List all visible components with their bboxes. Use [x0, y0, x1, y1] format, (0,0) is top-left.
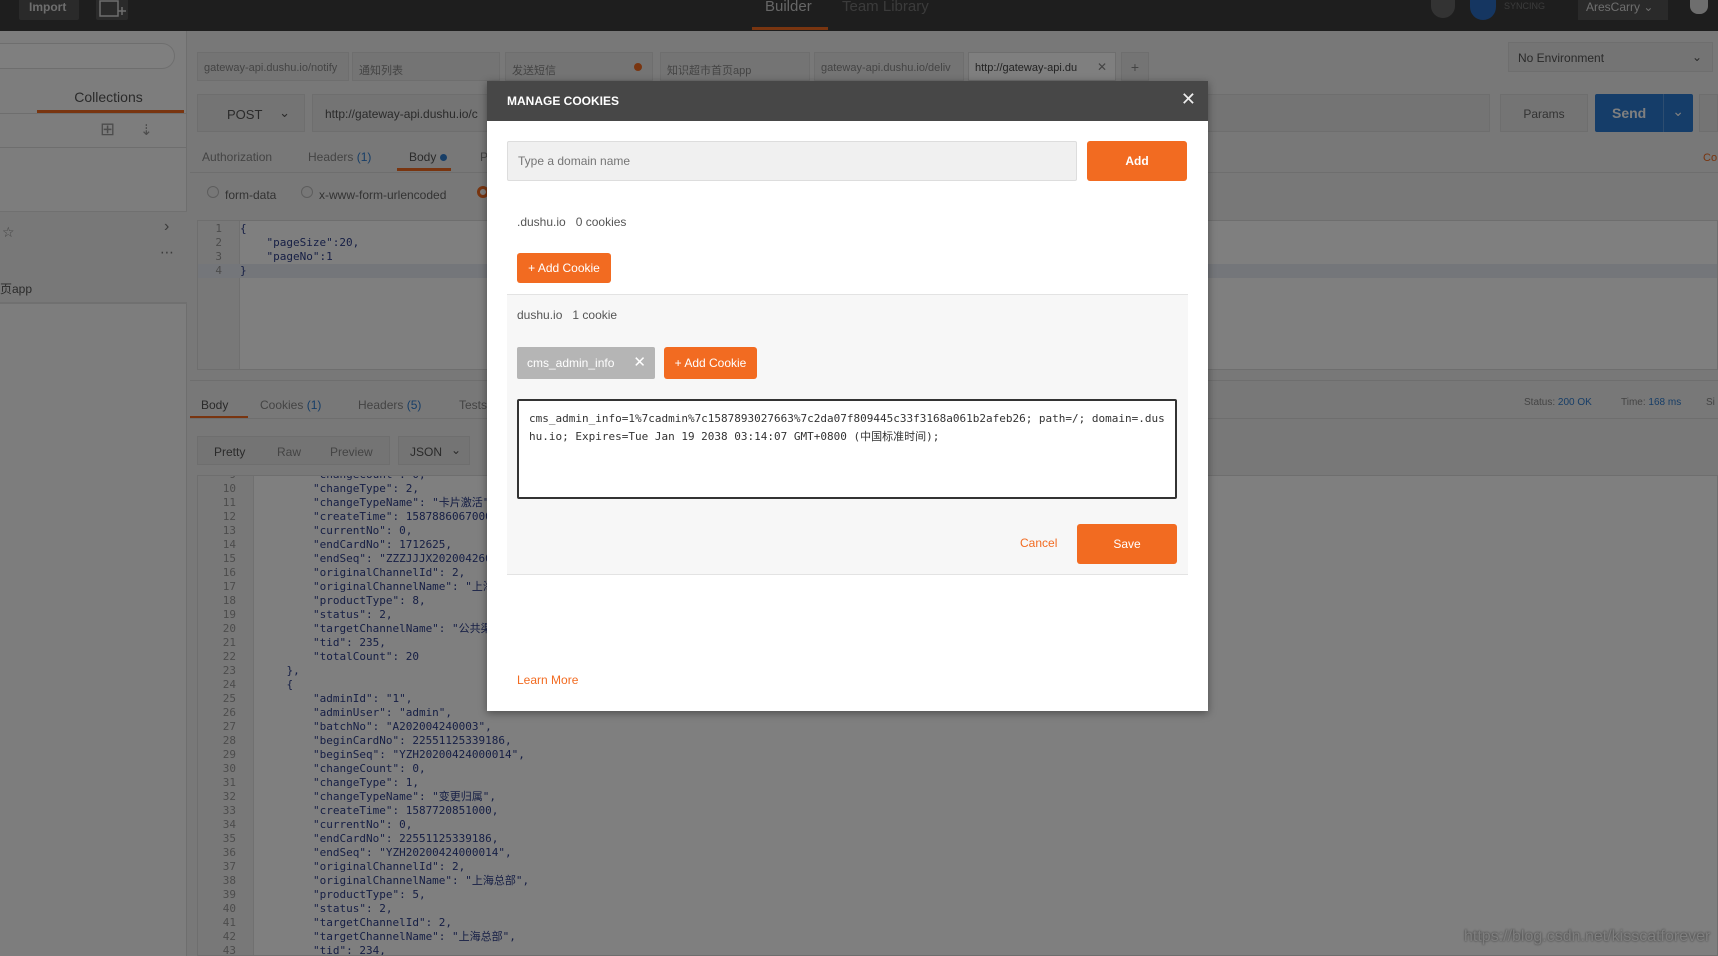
add-cookie-label: + Add Cookie — [674, 356, 747, 370]
domain-row-2: dushu.io 1 cookie — [517, 308, 617, 322]
cookie-count: 1 cookie — [572, 308, 618, 322]
domain-name: .dushu.io — [517, 215, 566, 229]
learn-more-link[interactable]: Learn More — [517, 673, 578, 687]
learn-more-label: Learn More — [517, 673, 579, 687]
cookie-value-textarea[interactable]: cms_admin_info=1%7cadmin%7c1587893027663… — [517, 399, 1177, 499]
domain-name: dushu.io — [517, 308, 563, 322]
add-cookie-label: + Add Cookie — [528, 261, 600, 275]
save-button[interactable]: Save — [1077, 524, 1177, 564]
close-icon[interactable]: ✕ — [1181, 89, 1196, 110]
add-domain-button[interactable]: Add — [1087, 141, 1187, 181]
domain-row-1: .dushu.io 0 cookies — [517, 215, 626, 229]
save-label: Save — [1113, 537, 1141, 551]
cookie-chip[interactable]: cms_admin_info ✕ — [517, 347, 655, 379]
manage-cookies-modal: MANAGE COOKIES ✕ Add .dushu.io 0 cookies… — [487, 81, 1208, 711]
remove-cookie-icon[interactable]: ✕ — [633, 353, 646, 371]
domain-input[interactable] — [507, 141, 1077, 181]
cookie-value-text: cms_admin_info=1%7cadmin%7c1587893027663… — [529, 412, 1165, 443]
add-label: Add — [1125, 154, 1149, 168]
modal-title: MANAGE COOKIES — [507, 94, 620, 108]
cancel-label: Cancel — [1020, 536, 1058, 550]
add-cookie-button[interactable]: + Add Cookie — [664, 347, 757, 379]
cookie-count: 0 cookies — [575, 215, 627, 229]
add-cookie-button[interactable]: + Add Cookie — [517, 253, 611, 283]
cookie-chip-label: cms_admin_info — [527, 356, 615, 370]
cancel-button[interactable]: Cancel — [1020, 536, 1057, 550]
modal-header: MANAGE COOKIES ✕ — [487, 81, 1208, 121]
